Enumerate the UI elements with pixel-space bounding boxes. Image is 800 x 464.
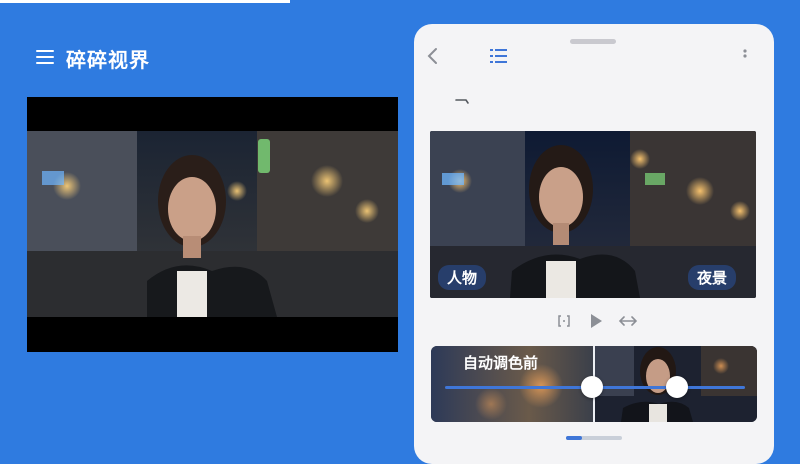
playback-controls: [556, 313, 638, 329]
crop-corner-icon[interactable]: [454, 98, 470, 112]
video-player[interactable]: [27, 97, 398, 352]
night-street-video-frame: [27, 131, 398, 317]
before-after-compare[interactable]: 自动调色前: [431, 346, 757, 422]
phone-mockup: 人物 夜景 自动调色前: [414, 24, 774, 464]
list-icon[interactable]: [490, 48, 510, 64]
more-vertical-icon[interactable]: [742, 48, 748, 64]
top-edge-bar: [0, 0, 290, 3]
compare-slider-knob-left[interactable]: [581, 376, 603, 398]
page-indicator: [566, 436, 622, 440]
phone-top-bar: [570, 39, 616, 44]
page-indicator-fill: [566, 436, 582, 440]
compare-label: 自动调色前: [463, 354, 539, 372]
tag-person[interactable]: 人物: [438, 265, 487, 290]
horizontal-arrows-icon[interactable]: [618, 313, 638, 329]
app-title: 碎碎视界: [66, 48, 150, 72]
compare-slider-knob-right[interactable]: [666, 376, 688, 398]
chevron-left-icon[interactable]: [426, 47, 440, 65]
hamburger-menu-icon[interactable]: [36, 50, 54, 64]
compare-icon[interactable]: [556, 313, 572, 329]
tag-scene[interactable]: 夜景: [687, 265, 736, 290]
edited-preview[interactable]: 人物 夜景: [430, 131, 756, 298]
play-icon[interactable]: [589, 313, 603, 329]
